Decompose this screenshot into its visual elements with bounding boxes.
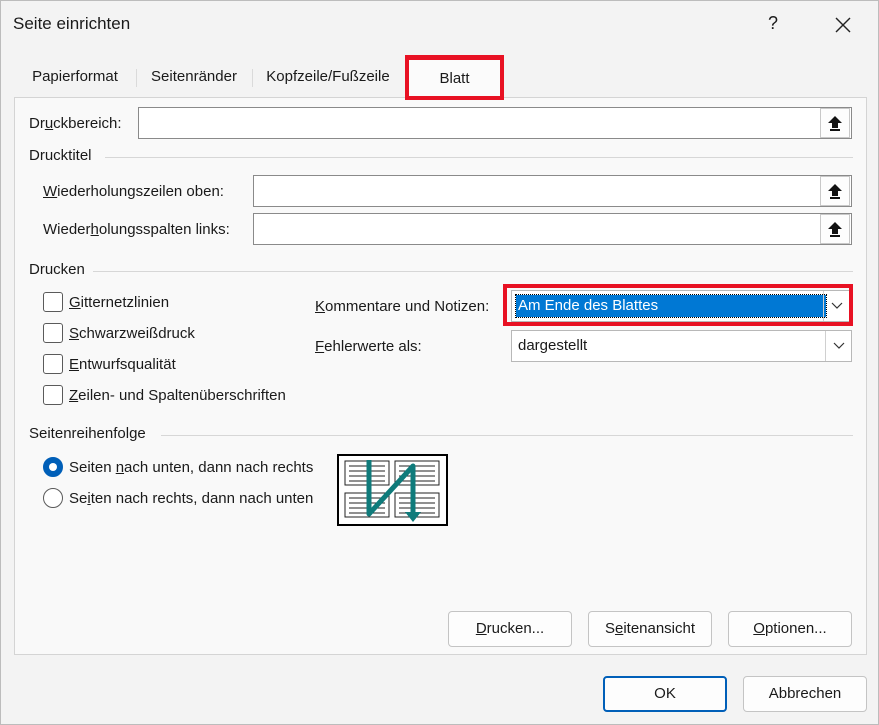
- highlight-frame: [405, 56, 504, 100]
- dialog-title: Seite einrichten: [13, 14, 131, 33]
- print-area-label: Druckbereich:: [29, 115, 122, 132]
- page-order-right-label: Seiten nach rechts, dann nach unten: [69, 490, 314, 507]
- print-preview-button[interactable]: Seitenansicht: [588, 611, 712, 647]
- print-titles-group-label: Drucktitel: [29, 147, 92, 164]
- repeat-columns-input[interactable]: [253, 213, 852, 245]
- page-order-down-label: Seiten nach unten, dann nach rechts: [69, 459, 314, 476]
- page-setup-dialog: Seite einrichten ? Papierformat Seitenrä…: [0, 0, 879, 725]
- error-values-dropdown-value: dargestellt: [518, 337, 588, 354]
- draft-quality-checkbox[interactable]: [43, 354, 63, 374]
- repeat-columns-label: Wiederholungsspalten links:: [43, 221, 230, 238]
- upload-arrow-icon: [828, 222, 842, 237]
- close-button[interactable]: [827, 9, 859, 41]
- repeat-rows-input[interactable]: [253, 175, 852, 207]
- draft-quality-label: Entwurfsqualität: [69, 356, 176, 373]
- group-divider: [161, 435, 853, 436]
- page-order-right-radio[interactable]: [43, 488, 63, 508]
- print-area-collapse-button[interactable]: [820, 108, 850, 138]
- tab-papierformat[interactable]: Papierformat: [15, 59, 135, 97]
- repeat-rows-label: Wiederholungszeilen oben:: [43, 183, 224, 200]
- page-order-preview-icon: [344, 460, 440, 522]
- ok-button[interactable]: OK: [603, 676, 727, 712]
- page-order-down-radio[interactable]: [43, 457, 63, 477]
- black-and-white-label: Schwarzweißdruck: [69, 325, 195, 342]
- row-column-headings-checkbox[interactable]: [43, 385, 63, 405]
- cancel-button[interactable]: Abbrechen: [743, 676, 867, 712]
- error-values-label: Fehlerwerte als:: [315, 338, 422, 355]
- repeat-rows-collapse-button[interactable]: [820, 176, 850, 206]
- group-divider: [93, 271, 853, 272]
- gridlines-checkbox[interactable]: [43, 292, 63, 312]
- print-button[interactable]: Drucken...: [448, 611, 572, 647]
- black-and-white-checkbox[interactable]: [43, 323, 63, 343]
- upload-arrow-icon: [828, 184, 842, 199]
- comments-label: Kommentare und Notizen:: [315, 298, 490, 315]
- highlight-frame: [503, 284, 853, 326]
- help-button[interactable]: ?: [761, 13, 785, 37]
- print-area-input[interactable]: [138, 107, 852, 139]
- tab-kopfzeile-fusszeile[interactable]: Kopfzeile/Fußzeile: [253, 59, 403, 97]
- tab-seitenraender[interactable]: Seitenränder: [137, 59, 251, 97]
- close-icon: [835, 17, 851, 33]
- repeat-columns-collapse-button[interactable]: [820, 214, 850, 244]
- group-divider: [105, 157, 853, 158]
- page-order-group-label: Seitenreihenfolge: [29, 425, 146, 442]
- gridlines-label: Gitternetzlinien: [69, 294, 170, 311]
- print-group-label: Drucken: [29, 261, 85, 278]
- page-order-preview: [337, 454, 448, 526]
- row-column-headings-label: Zeilen- und Spaltenüberschriften: [69, 387, 286, 404]
- options-button[interactable]: Optionen...: [728, 611, 852, 647]
- upload-arrow-icon: [828, 116, 842, 131]
- error-values-dropdown[interactable]: dargestellt: [511, 330, 852, 362]
- chevron-down-icon[interactable]: [825, 331, 851, 361]
